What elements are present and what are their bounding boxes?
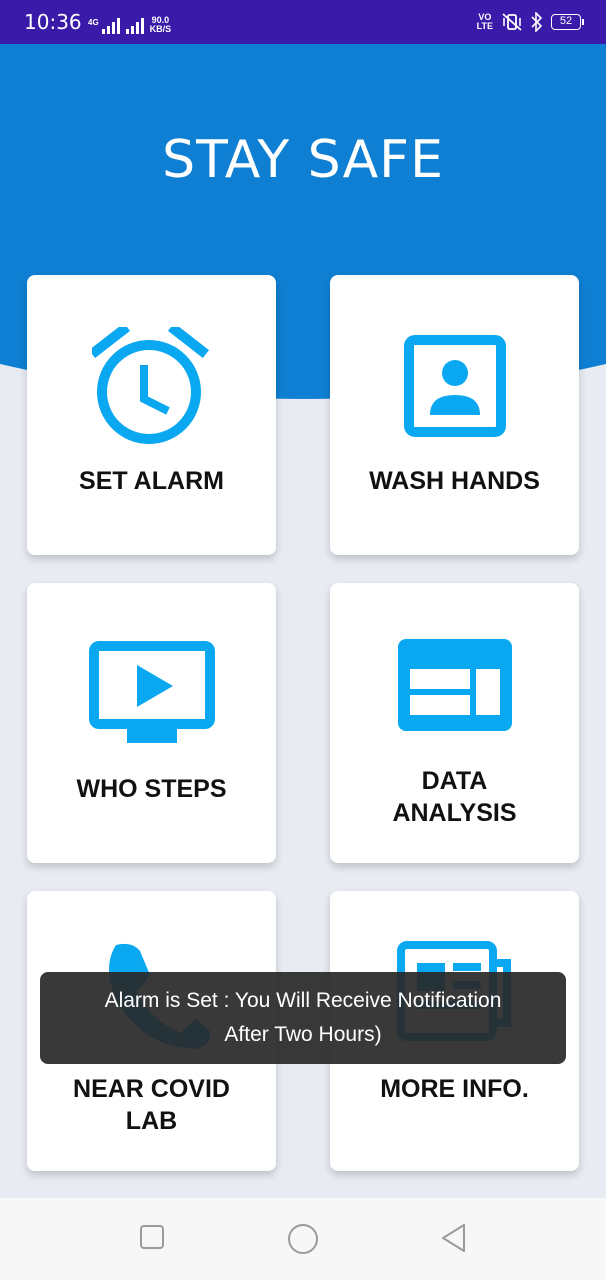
card-label: WASH HANDS <box>369 467 540 495</box>
battery-icon: 52 <box>551 14 584 30</box>
navigation-bar <box>0 1198 606 1280</box>
card-who-steps[interactable]: WHO STEPS <box>27 583 276 863</box>
status-left-icons: 4G 90.0 KB/S <box>88 14 171 34</box>
recents-button[interactable] <box>139 1222 165 1252</box>
status-bar: 10:36 4G 90.0 KB/S VO LTE 52 <box>0 0 606 44</box>
card-label: SET ALARM <box>79 467 224 495</box>
toast-message: Alarm is Set : You Will Receive Notifica… <box>40 972 566 1064</box>
card-wash-hands[interactable]: WASH HANDS <box>330 275 579 555</box>
signal-4g-icon: 4G <box>88 18 120 34</box>
account-box-icon <box>403 335 506 437</box>
card-label: MORE INFO. <box>380 1075 529 1103</box>
page-title: STAY SAFE <box>162 130 444 190</box>
back-button[interactable] <box>440 1222 468 1254</box>
card-label: NEAR COVID LAB <box>73 1075 230 1135</box>
status-right-icons: VO LTE 52 <box>477 12 584 32</box>
video-play-icon <box>88 641 215 743</box>
signal-icon <box>125 18 144 34</box>
dashboard-icon <box>397 639 512 731</box>
alarm-clock-icon <box>91 327 209 444</box>
status-time: 10:36 <box>24 10 82 34</box>
network-type-label: 4G <box>88 18 99 27</box>
net-speed: 90.0 KB/S <box>149 15 172 34</box>
battery-level: 52 <box>551 14 581 30</box>
card-label: DATA ANALYSIS <box>392 767 517 827</box>
volte-icon: VO LTE <box>476 12 493 31</box>
home-button[interactable] <box>286 1222 320 1256</box>
card-label: WHO STEPS <box>76 775 227 803</box>
card-data-analysis[interactable]: DATA ANALYSIS <box>330 583 579 863</box>
vibrate-mute-icon <box>502 13 522 31</box>
card-set-alarm[interactable]: SET ALARM <box>27 275 276 555</box>
bluetooth-icon <box>531 12 543 32</box>
